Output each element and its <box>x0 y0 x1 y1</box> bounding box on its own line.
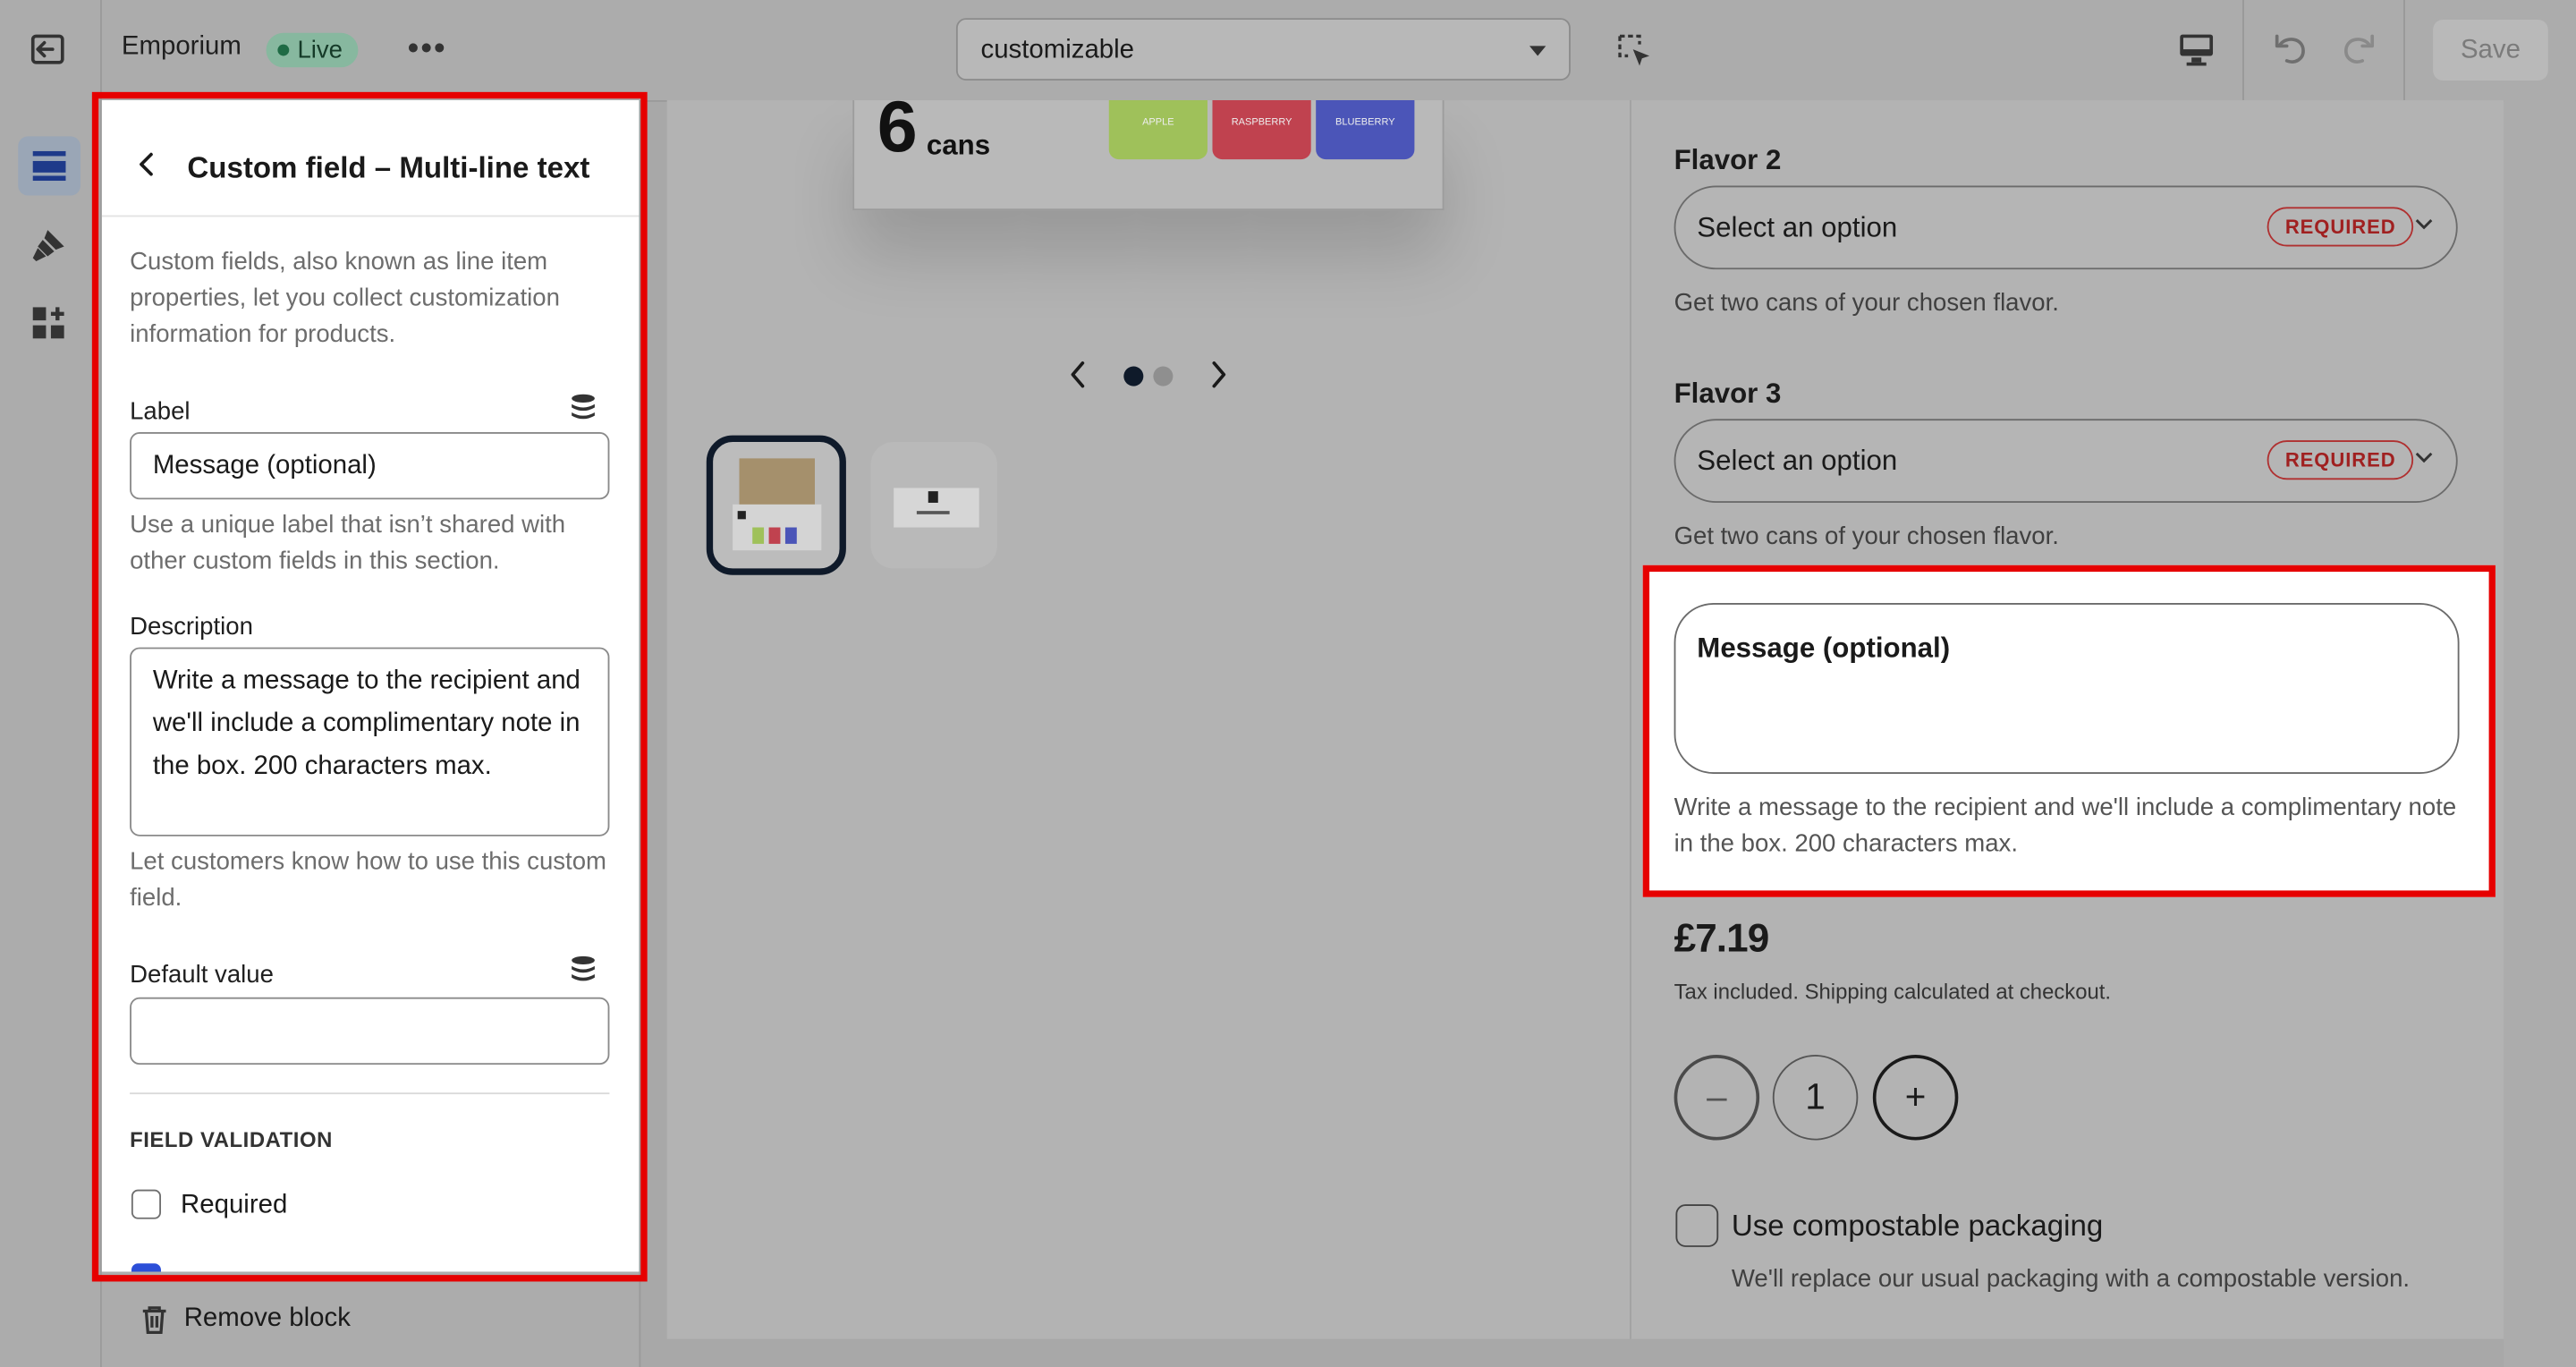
flavor-2-select-value: Select an option <box>1697 211 1898 243</box>
pack-unit: cans <box>926 130 991 161</box>
remove-block-label: Remove block <box>183 1304 351 1333</box>
gallery-dot[interactable] <box>1153 366 1174 386</box>
trash-icon <box>142 1306 166 1335</box>
message-help-text: Write a message to the recipient and we'… <box>1674 794 2457 858</box>
product-image[interactable]: 6 cans APPLE RASPBERRY BLUEBERRY <box>852 100 1445 211</box>
live-dot-icon <box>277 44 290 56</box>
preview-footer <box>666 1338 2504 1367</box>
compostable-label: Use compostable packaging <box>1731 1209 2104 1243</box>
preview-column-divider <box>1630 100 1631 1339</box>
highlight-panel-box <box>91 91 648 1282</box>
can-apple: APPLE <box>1108 100 1208 160</box>
undo-icon[interactable] <box>2272 30 2311 69</box>
gallery-prev-icon[interactable] <box>1068 360 1088 389</box>
more-actions-icon[interactable]: ••• <box>408 33 447 66</box>
required-badge: REQUIRED <box>2267 207 2414 247</box>
chevron-down-icon <box>2415 219 2433 230</box>
live-label: Live <box>297 36 343 64</box>
sections-icon <box>32 150 66 182</box>
top-bar: Emporium Live ••• customizable Save <box>0 0 2576 102</box>
exit-editor-icon[interactable] <box>30 31 69 67</box>
theme-settings-tab[interactable] <box>18 216 80 275</box>
save-button[interactable]: Save <box>2433 20 2548 81</box>
editor-rail <box>0 100 102 1367</box>
flavor-3-label: Flavor 3 <box>1674 378 1782 410</box>
paintbrush-icon <box>32 230 64 262</box>
flavor-2-help: Get two cans of your chosen flavor. <box>1674 289 2059 318</box>
flavor-2-select[interactable]: Select an option REQUIRED <box>1674 185 2458 270</box>
can-blueberry: BLUEBERRY <box>1316 100 1415 160</box>
gallery-next-icon[interactable] <box>1209 360 1229 389</box>
sections-tab[interactable] <box>18 136 80 196</box>
gallery-thumbnail[interactable] <box>870 442 997 569</box>
remove-block-button[interactable]: Remove block <box>141 1304 351 1335</box>
store-name: Emporium <box>121 32 242 61</box>
flavor-3-select[interactable]: Select an option REQUIRED <box>1674 419 2458 503</box>
quantity-input[interactable]: 1 <box>1772 1055 1859 1141</box>
flavor-2-label: Flavor 2 <box>1674 144 1782 176</box>
can-raspberry: RASPBERRY <box>1212 100 1311 160</box>
box-closed-thumbnail-icon <box>894 488 979 528</box>
chevron-down-icon <box>1529 46 1546 56</box>
message-textarea[interactable]: Message (optional) <box>1674 602 2460 774</box>
gallery-thumbnail-selected[interactable] <box>706 435 846 575</box>
pack-number: 6 <box>877 100 918 168</box>
box-thumbnail-icon <box>733 458 822 551</box>
inspector-select-icon[interactable] <box>1616 33 1652 69</box>
redo-icon[interactable] <box>2338 30 2377 69</box>
desktop-preview-icon[interactable] <box>2178 31 2214 67</box>
compostable-help: We'll replace our usual packaging with a… <box>1731 1265 2411 1294</box>
quantity-decrease-button[interactable]: – <box>1674 1055 1760 1141</box>
chevron-down-icon <box>2415 452 2433 463</box>
quantity-increase-button[interactable]: + <box>1872 1055 1959 1141</box>
gallery-dot-active[interactable] <box>1123 366 1144 386</box>
tax-note: Tax included. Shipping calculated at che… <box>1674 979 2112 1005</box>
live-status-badge: Live <box>266 32 358 68</box>
message-field-label: Message (optional) <box>1697 633 1951 664</box>
template-select-value: customizable <box>980 36 1135 64</box>
right-gutter <box>2504 100 2576 1367</box>
flavor-3-select-value: Select an option <box>1697 445 1898 477</box>
storefront-preview: 6 cans APPLE RASPBERRY BLUEBERRY Flavor … <box>666 100 2504 1339</box>
apps-tab[interactable] <box>18 294 80 353</box>
required-badge: REQUIRED <box>2267 440 2414 480</box>
product-price: £7.19 <box>1674 916 1770 962</box>
apps-add-icon <box>32 307 64 339</box>
compostable-checkbox[interactable] <box>1675 1204 1719 1247</box>
template-select[interactable]: customizable <box>955 18 1571 81</box>
flavor-3-help: Get two cans of your chosen flavor. <box>1674 522 2059 551</box>
